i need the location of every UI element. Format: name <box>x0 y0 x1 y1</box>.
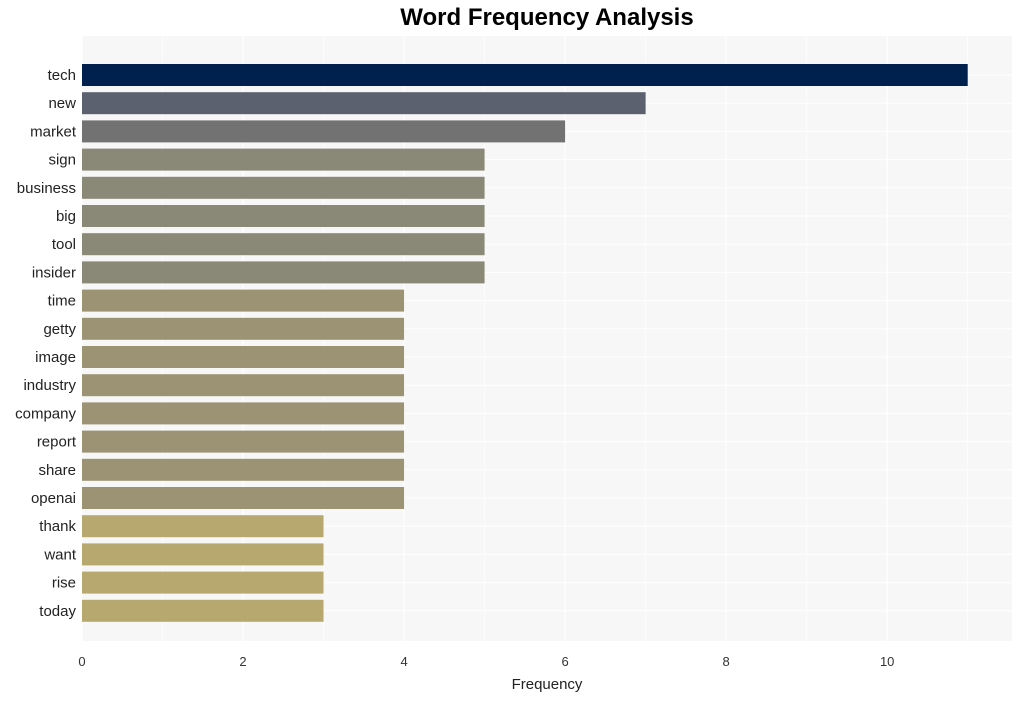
category-label: industry <box>23 377 76 394</box>
bar-sign <box>82 148 485 171</box>
category-label: openai <box>31 490 76 507</box>
bar-business <box>82 176 485 199</box>
bar-image <box>82 346 405 368</box>
category-label: business <box>17 180 76 197</box>
x-axis-label: Frequency <box>512 676 583 693</box>
bar-rise <box>82 571 324 594</box>
bar-insider <box>82 261 485 284</box>
category-label: insider <box>32 264 76 281</box>
category-label: rise <box>52 575 76 592</box>
x-tick-label: 6 <box>561 654 568 669</box>
bar-company <box>82 402 405 425</box>
bar-getty <box>82 317 405 340</box>
bar-market <box>82 120 566 143</box>
category-label: sign <box>48 152 76 169</box>
x-tick-labels: 0 2 4 6 8 10 <box>78 654 894 669</box>
category-label: want <box>43 546 77 563</box>
x-tick-label: 4 <box>400 654 407 669</box>
category-label: big <box>56 208 76 225</box>
bar-tech <box>82 64 968 86</box>
category-label: time <box>48 293 76 310</box>
bar-chart: tech new market sign business big tool insider t… <box>15 36 1012 693</box>
bar-industry <box>82 374 405 397</box>
bar-big <box>82 205 485 227</box>
category-label: tech <box>48 67 76 84</box>
bar-share <box>82 458 405 481</box>
category-labels: tech new market sign business big tool insider t… <box>15 67 77 620</box>
category-label: getty <box>43 321 76 338</box>
category-label: market <box>30 123 77 140</box>
x-tick-label: 8 <box>723 654 730 669</box>
x-tick-label: 0 <box>78 654 85 669</box>
category-label: thank <box>39 518 76 535</box>
bar-openai <box>82 487 405 509</box>
x-tick-label: 10 <box>880 654 894 669</box>
bar-thank <box>82 515 324 538</box>
bar-new <box>82 92 646 115</box>
bar-time <box>82 289 405 312</box>
bar-tool <box>82 233 485 256</box>
category-label: new <box>48 95 76 112</box>
category-label: today <box>39 603 76 620</box>
x-tick-label: 2 <box>239 654 246 669</box>
category-label: share <box>38 462 76 479</box>
category-label: company <box>15 405 76 422</box>
bar-want <box>82 543 324 566</box>
bar-today <box>82 599 324 622</box>
category-label: image <box>35 349 76 366</box>
category-label: report <box>37 434 77 451</box>
category-label: tool <box>52 236 76 253</box>
bar-report <box>82 430 405 453</box>
